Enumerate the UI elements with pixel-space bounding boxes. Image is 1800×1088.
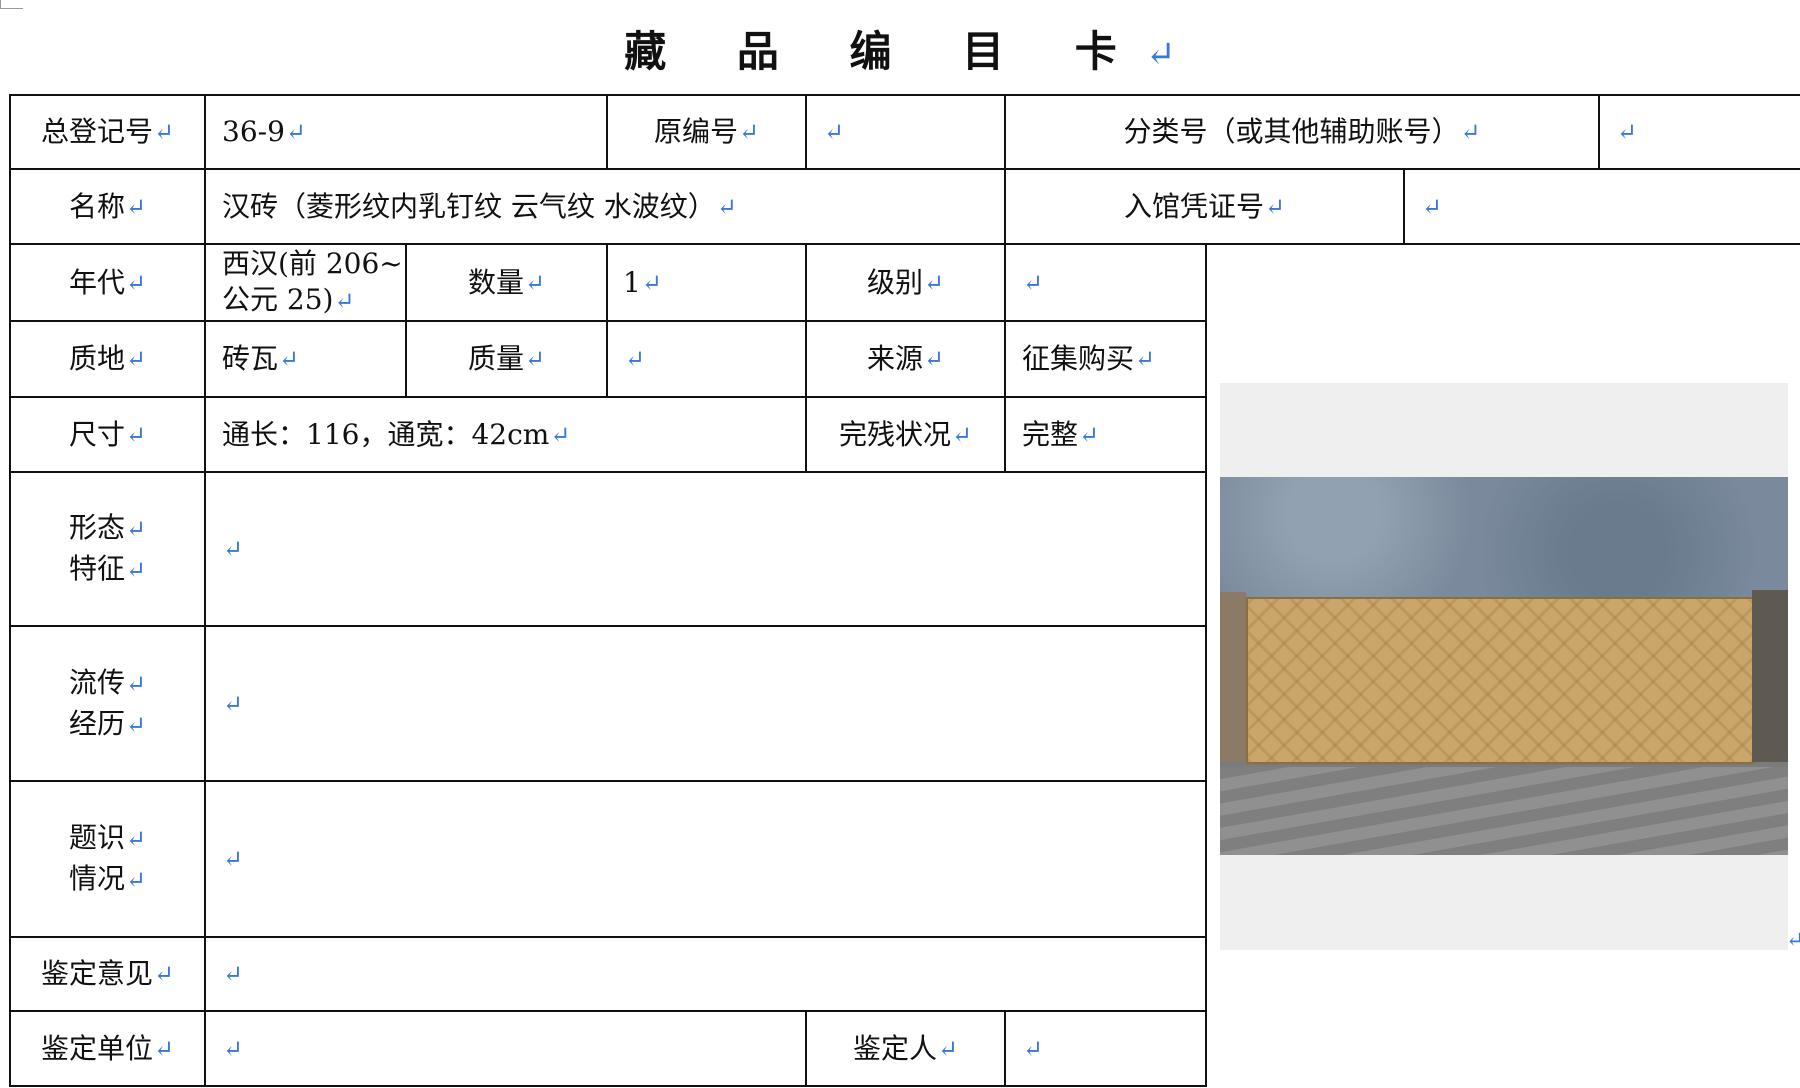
inscription-value[interactable]: ↵ <box>206 782 1205 936</box>
voucher-label: 入馆凭证号 ↵ <box>1124 189 1285 223</box>
name-label: 名称 ↵ <box>69 189 146 223</box>
paragraph-mark: ↵ <box>1786 928 1800 953</box>
form-features-value[interactable]: ↵ <box>206 473 1205 625</box>
source-label: 来源 ↵ <box>867 342 944 375</box>
source-value[interactable]: 征集购买 ↵ <box>1006 322 1205 396</box>
qty-label: 数量 ↵ <box>468 265 545 299</box>
voucher-value[interactable]: ↵ <box>1405 170 1800 243</box>
material-value[interactable]: 砖瓦 ↵ <box>206 322 405 396</box>
grade-label: 级别 ↵ <box>867 265 944 299</box>
appraisal-opinion-value[interactable]: ↵ <box>206 938 1205 1010</box>
photo-adjacent-brick-left <box>1220 592 1246 762</box>
card-title: 藏 品 编 目 卡↵ <box>624 27 1176 76</box>
appraisal-unit-value[interactable]: ↵ <box>206 1012 805 1085</box>
era-value[interactable]: 西汉(前 206~ 公元 25)↵ <box>206 245 405 320</box>
appraisal-unit-label: 鉴定单位 ↵ <box>41 1031 174 1065</box>
class-no-value[interactable]: ↵ <box>1600 96 1800 168</box>
rule <box>9 1085 1205 1087</box>
provenance-label: 流传↵ 经历↵ <box>69 665 146 740</box>
name-value[interactable]: 汉砖（菱形纹内乳钉纹 云气纹 水波纹） ↵ <box>206 170 1004 243</box>
size-label: 尺寸 ↵ <box>69 417 146 451</box>
grade-value[interactable]: ↵ <box>1006 245 1205 320</box>
weight-label: 质量 ↵ <box>468 342 545 375</box>
appraisal-opinion-label: 鉴定意见 ↵ <box>41 957 174 990</box>
reg-no-value[interactable]: 36-9 ↵ <box>206 96 606 168</box>
form-features-label: 形态↵ 特征↵ <box>69 511 146 585</box>
reg-no-label: 总登记号 ↵ <box>41 115 174 148</box>
material-label: 质地 ↵ <box>69 342 146 375</box>
appraiser-label: 鉴定人 ↵ <box>853 1031 958 1065</box>
photo-adjacent-brick-right <box>1752 590 1788 762</box>
orig-no-label: 原编号 ↵ <box>654 115 759 148</box>
appraiser-value[interactable]: ↵ <box>1006 1012 1205 1085</box>
condition-label: 完残状况 ↵ <box>839 417 972 451</box>
photo-wall <box>1220 477 1788 602</box>
condition-value[interactable]: 完整 ↵ <box>1006 398 1205 471</box>
artifact-photo <box>1220 477 1788 855</box>
provenance-value[interactable]: ↵ <box>206 627 1205 780</box>
rule <box>1205 243 1207 1087</box>
inscription-label: 题识↵ 情况↵ <box>69 821 146 895</box>
photo-han-brick <box>1246 597 1755 764</box>
page-corner-mark <box>0 0 23 9</box>
qty-value[interactable]: 1 ↵ <box>608 245 805 320</box>
class-no-label: 分类号（或其他辅助账号） ↵ <box>1123 115 1481 148</box>
era-label: 年代 ↵ <box>69 265 146 299</box>
orig-no-value[interactable]: ↵ <box>807 96 1004 168</box>
size-value[interactable]: 通长：116，通宽：42cm ↵ <box>206 398 805 471</box>
weight-value[interactable]: ↵ <box>608 322 805 396</box>
photo-floor <box>1220 767 1788 855</box>
